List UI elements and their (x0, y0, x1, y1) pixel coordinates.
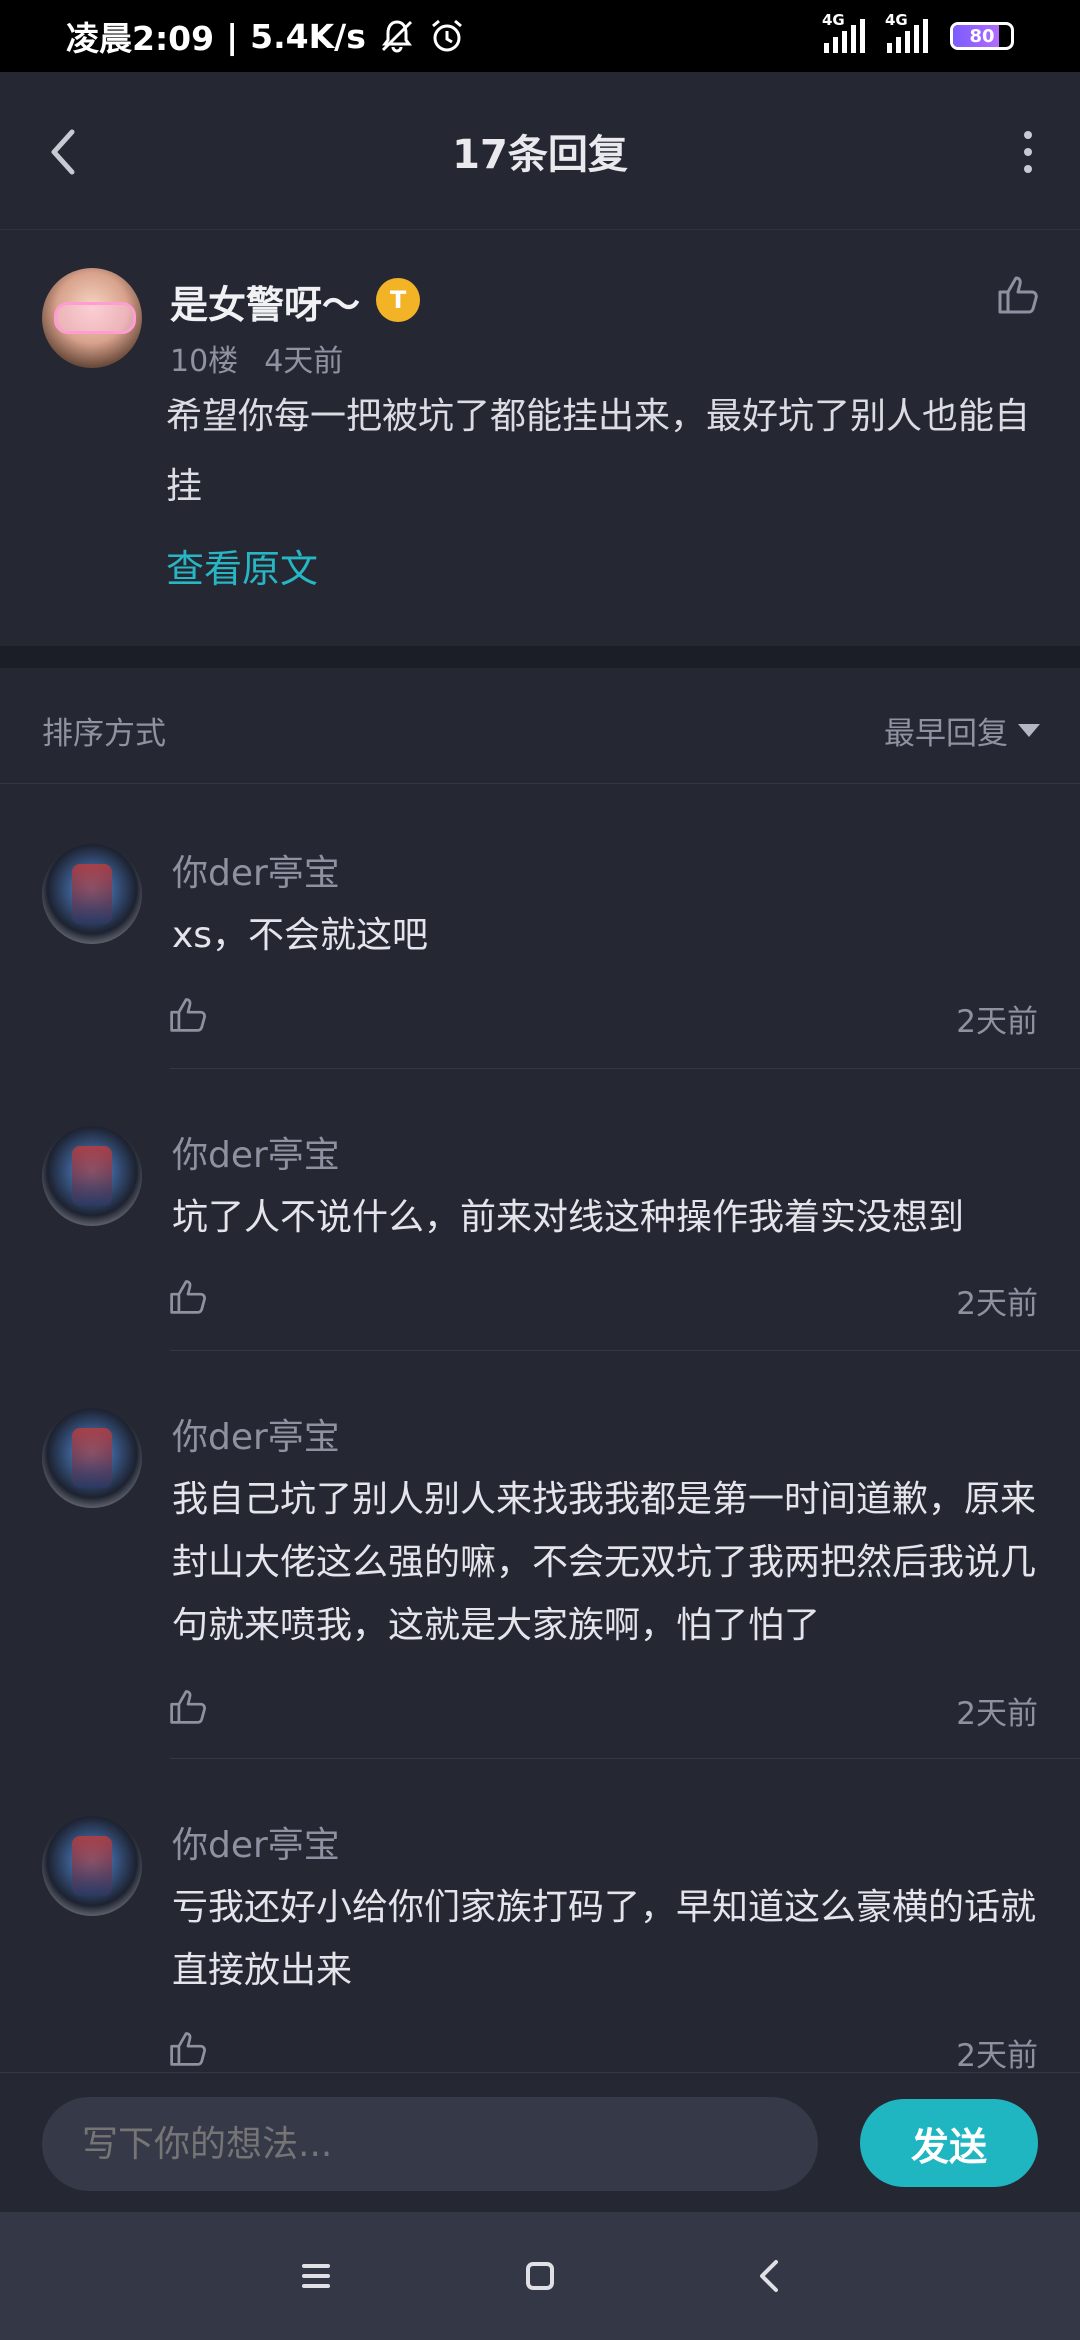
avatar[interactable] (42, 844, 142, 944)
reply-time: 2天前 (956, 1004, 1038, 1040)
reply-divider (170, 1758, 1080, 1759)
status-time: 凌晨2:09 (66, 19, 215, 58)
thumbs-up-icon[interactable] (996, 272, 1040, 316)
reply-author[interactable]: 你der亭宝 (172, 844, 340, 896)
network-speed: 5.4K/s (250, 16, 366, 56)
sort-dropdown[interactable]: 最早回复 (884, 708, 1040, 753)
sort-label: 排序方式 (42, 716, 166, 752)
reply-time: 2天前 (956, 2038, 1038, 2074)
signal-1-icon: 4G (822, 11, 865, 53)
reply-author[interactable]: 你der亭宝 (172, 1408, 340, 1460)
reply-input-bar: 发送 (0, 2072, 1080, 2212)
reply-text: 我自己坑了别人别人来找我我都是第一时间道歉，原来封山大佬这么强的嘛，不会无双坑了… (172, 1479, 1037, 1646)
reply-divider (170, 1350, 1080, 1351)
level-badge: T (376, 278, 420, 322)
reply-item: 你der亭宝 我自己坑了别人别人来找我我都是第一时间道歉，原来封山大佬这么强的嘛… (0, 1408, 1080, 1759)
comment-text: 希望你每一把被坑了都能挂出来，最好坑了别人也能自挂 (166, 396, 1031, 507)
reply-author[interactable]: 你der亭宝 (172, 1816, 340, 1868)
back-arrow-icon[interactable] (40, 122, 84, 182)
sort-bar: 排序方式 最早回复 (0, 668, 1080, 784)
home-square-icon[interactable] (514, 2250, 566, 2302)
signal-2-icon: 4G (885, 11, 928, 53)
signal-2-label: 4G (885, 11, 908, 29)
send-button[interactable]: 发送 (860, 2099, 1038, 2187)
page-title: 17条回复 (452, 131, 628, 178)
thumbs-up-icon[interactable] (168, 1686, 208, 1726)
top-app-bar: 17条回复 (0, 72, 1080, 230)
floor-number: 10楼 (170, 344, 239, 379)
dropdown-arrow-icon (1018, 724, 1040, 737)
reply-author[interactable]: 你der亭宝 (172, 1126, 340, 1178)
reply-time: 2天前 (956, 1696, 1038, 1732)
reply-item: 你der亭宝 亏我还好小给你们家族打码了，早知道这么豪横的话就直接放出来 2天前 (0, 1816, 1080, 2074)
original-comment: 是女警呀～ T 10楼 4天前 希望你每一把被坑了都能挂出来，最好坑了别人也能自挂… (0, 232, 1080, 646)
menu-icon[interactable] (290, 2250, 342, 2302)
comment-meta: 10楼 4天前 (170, 336, 343, 380)
mute-bell-icon (381, 20, 412, 53)
signal-1-label: 4G (822, 11, 845, 29)
reply-divider (170, 1068, 1080, 1069)
section-divider (0, 646, 1080, 668)
status-bar: 凌晨2:09 | 5.4K/s 4G 4G 80 (0, 0, 1080, 72)
battery-icon: 80 (950, 22, 1014, 50)
avatar[interactable] (42, 1126, 142, 1226)
reply-time: 2天前 (956, 1286, 1038, 1322)
battery-level: 80 (969, 25, 995, 47)
system-back-icon[interactable] (744, 2250, 796, 2302)
more-options-icon[interactable] (1016, 127, 1040, 177)
reply-text: 坑了人不说什么，前来对线这种操作我着实没想到 (172, 1197, 965, 1238)
reply-text: xs，不会就这吧 (172, 915, 429, 956)
thumbs-up-icon[interactable] (168, 1276, 208, 1316)
view-original-link[interactable]: 查看原文 (166, 538, 318, 593)
reply-item: 你der亭宝 xs，不会就这吧 2天前 (0, 844, 1080, 1074)
system-nav-bar (0, 2212, 1080, 2340)
avatar[interactable] (42, 1408, 142, 1508)
reply-text: 亏我还好小给你们家族打码了，早知道这么豪横的话就直接放出来 (172, 1887, 1037, 1991)
comment-time: 4天前 (264, 344, 344, 379)
reply-item: 你der亭宝 坑了人不说什么，前来对线这种操作我着实没想到 2天前 (0, 1126, 1080, 1356)
avatar[interactable] (42, 1816, 142, 1916)
status-separator: | (226, 16, 239, 56)
thumbs-up-icon[interactable] (168, 2028, 208, 2068)
avatar[interactable] (42, 268, 142, 368)
alarm-clock-icon (431, 19, 462, 52)
comment-author[interactable]: 是女警呀～ (170, 274, 360, 329)
reply-input[interactable] (42, 2097, 818, 2191)
thumbs-up-icon[interactable] (168, 994, 208, 1034)
sort-selected: 最早回复 (884, 716, 1008, 752)
